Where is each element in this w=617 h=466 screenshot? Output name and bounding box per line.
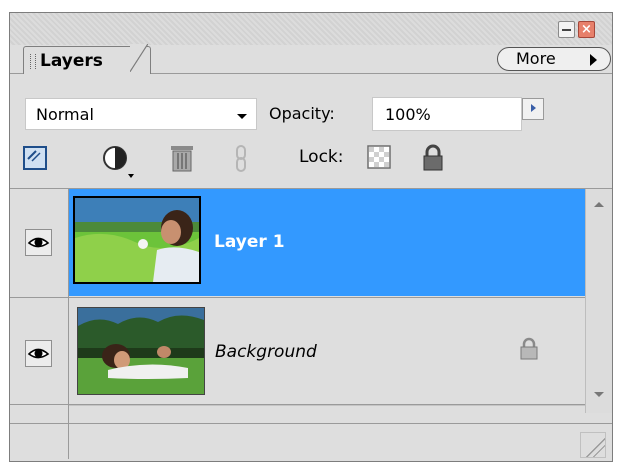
lock-label: Lock: — [299, 147, 344, 167]
visibility-toggle[interactable] — [25, 340, 52, 367]
opacity-input[interactable]: 100% — [372, 97, 522, 131]
opacity-value: 100% — [385, 105, 431, 124]
minimize-icon — [562, 29, 571, 31]
layer-name: Layer 1 — [214, 232, 285, 252]
close-button[interactable]: × — [578, 21, 595, 38]
layer-row[interactable]: Layer 1 — [10, 189, 585, 298]
visibility-toggle[interactable] — [25, 229, 52, 256]
triangle-right-icon — [531, 104, 536, 112]
vertical-scrollbar[interactable] — [585, 189, 612, 413]
layer-row[interactable]: Background — [10, 298, 585, 405]
padlock-icon[interactable] — [420, 143, 446, 177]
horizontal-scrollbar[interactable] — [69, 405, 585, 423]
layer-thumbnail — [77, 307, 205, 395]
status-bar — [10, 423, 612, 461]
scroll-up-icon[interactable] — [594, 202, 604, 207]
eye-icon — [27, 237, 50, 248]
layer-name: Background — [215, 342, 317, 362]
tab-edge — [130, 44, 148, 72]
blend-mode-select[interactable]: Normal — [25, 98, 257, 130]
trash-icon[interactable] — [168, 143, 196, 179]
opacity-label: Opacity: — [269, 104, 335, 123]
chevron-down-icon — [237, 114, 247, 119]
more-button-label: More — [516, 49, 556, 68]
triangle-right-icon — [590, 54, 597, 66]
link-icon[interactable] — [232, 143, 252, 179]
adjustment-layer-icon[interactable] — [99, 143, 139, 183]
opacity-slider-button[interactable] — [522, 98, 544, 120]
blend-mode-value: Normal — [36, 105, 94, 124]
resize-grip-icon[interactable] — [580, 432, 606, 458]
scroll-down-icon[interactable] — [594, 392, 604, 397]
new-layer-icon[interactable] — [20, 143, 50, 177]
layer-thumbnail — [73, 196, 201, 284]
close-icon: × — [581, 22, 592, 37]
grip-icon — [30, 54, 36, 69]
padlock-icon — [518, 336, 540, 366]
tab-row: Layers More — [10, 44, 612, 74]
lock-transparency-icon[interactable] — [366, 143, 392, 175]
layers-panel: × Layers More Normal Opacity: 100% Lock:… — [9, 12, 613, 462]
eye-icon — [27, 348, 50, 359]
tab-label: Layers — [40, 51, 103, 71]
more-button[interactable]: More — [497, 47, 611, 71]
panel-titlebar[interactable]: × — [10, 13, 612, 45]
minimize-button[interactable] — [558, 21, 575, 38]
